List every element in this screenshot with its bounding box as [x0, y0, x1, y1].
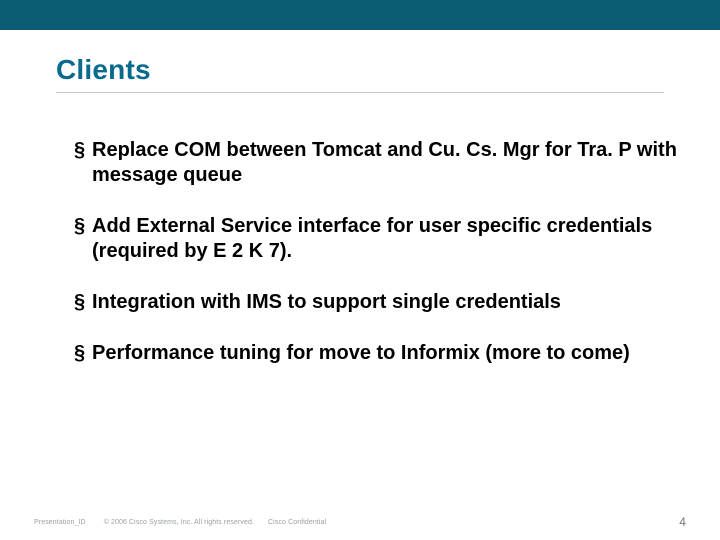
- bullet-text: Performance tuning for move to Informix …: [92, 341, 680, 366]
- footer: Presentation_ID © 2006 Cisco Systems, In…: [34, 514, 686, 530]
- list-item: § Add External Service interface for use…: [74, 214, 680, 264]
- top-accent-bar: [0, 0, 720, 30]
- bullet-text: Integration with IMS to support single c…: [92, 290, 680, 315]
- list-item: § Integration with IMS to support single…: [74, 290, 680, 315]
- title-underline: [56, 92, 664, 93]
- bullet-icon: §: [74, 290, 92, 315]
- list-item: § Performance tuning for move to Informi…: [74, 341, 680, 366]
- footer-copyright: © 2006 Cisco Systems, Inc. All rights re…: [104, 519, 254, 526]
- title-block: Clients: [56, 54, 664, 93]
- bullet-icon: §: [74, 341, 92, 366]
- list-item: § Replace COM between Tomcat and Cu. Cs.…: [74, 138, 680, 188]
- footer-confidential: Cisco Confidential: [268, 519, 326, 526]
- footer-presentation-id: Presentation_ID: [34, 519, 86, 526]
- bullet-text: Add External Service interface for user …: [92, 214, 680, 264]
- bullet-icon: §: [74, 138, 92, 163]
- footer-page-number: 4: [679, 515, 686, 529]
- bullet-icon: §: [74, 214, 92, 239]
- bullet-list: § Replace COM between Tomcat and Cu. Cs.…: [56, 138, 680, 392]
- bullet-text: Replace COM between Tomcat and Cu. Cs. M…: [92, 138, 680, 188]
- page-title: Clients: [56, 54, 664, 86]
